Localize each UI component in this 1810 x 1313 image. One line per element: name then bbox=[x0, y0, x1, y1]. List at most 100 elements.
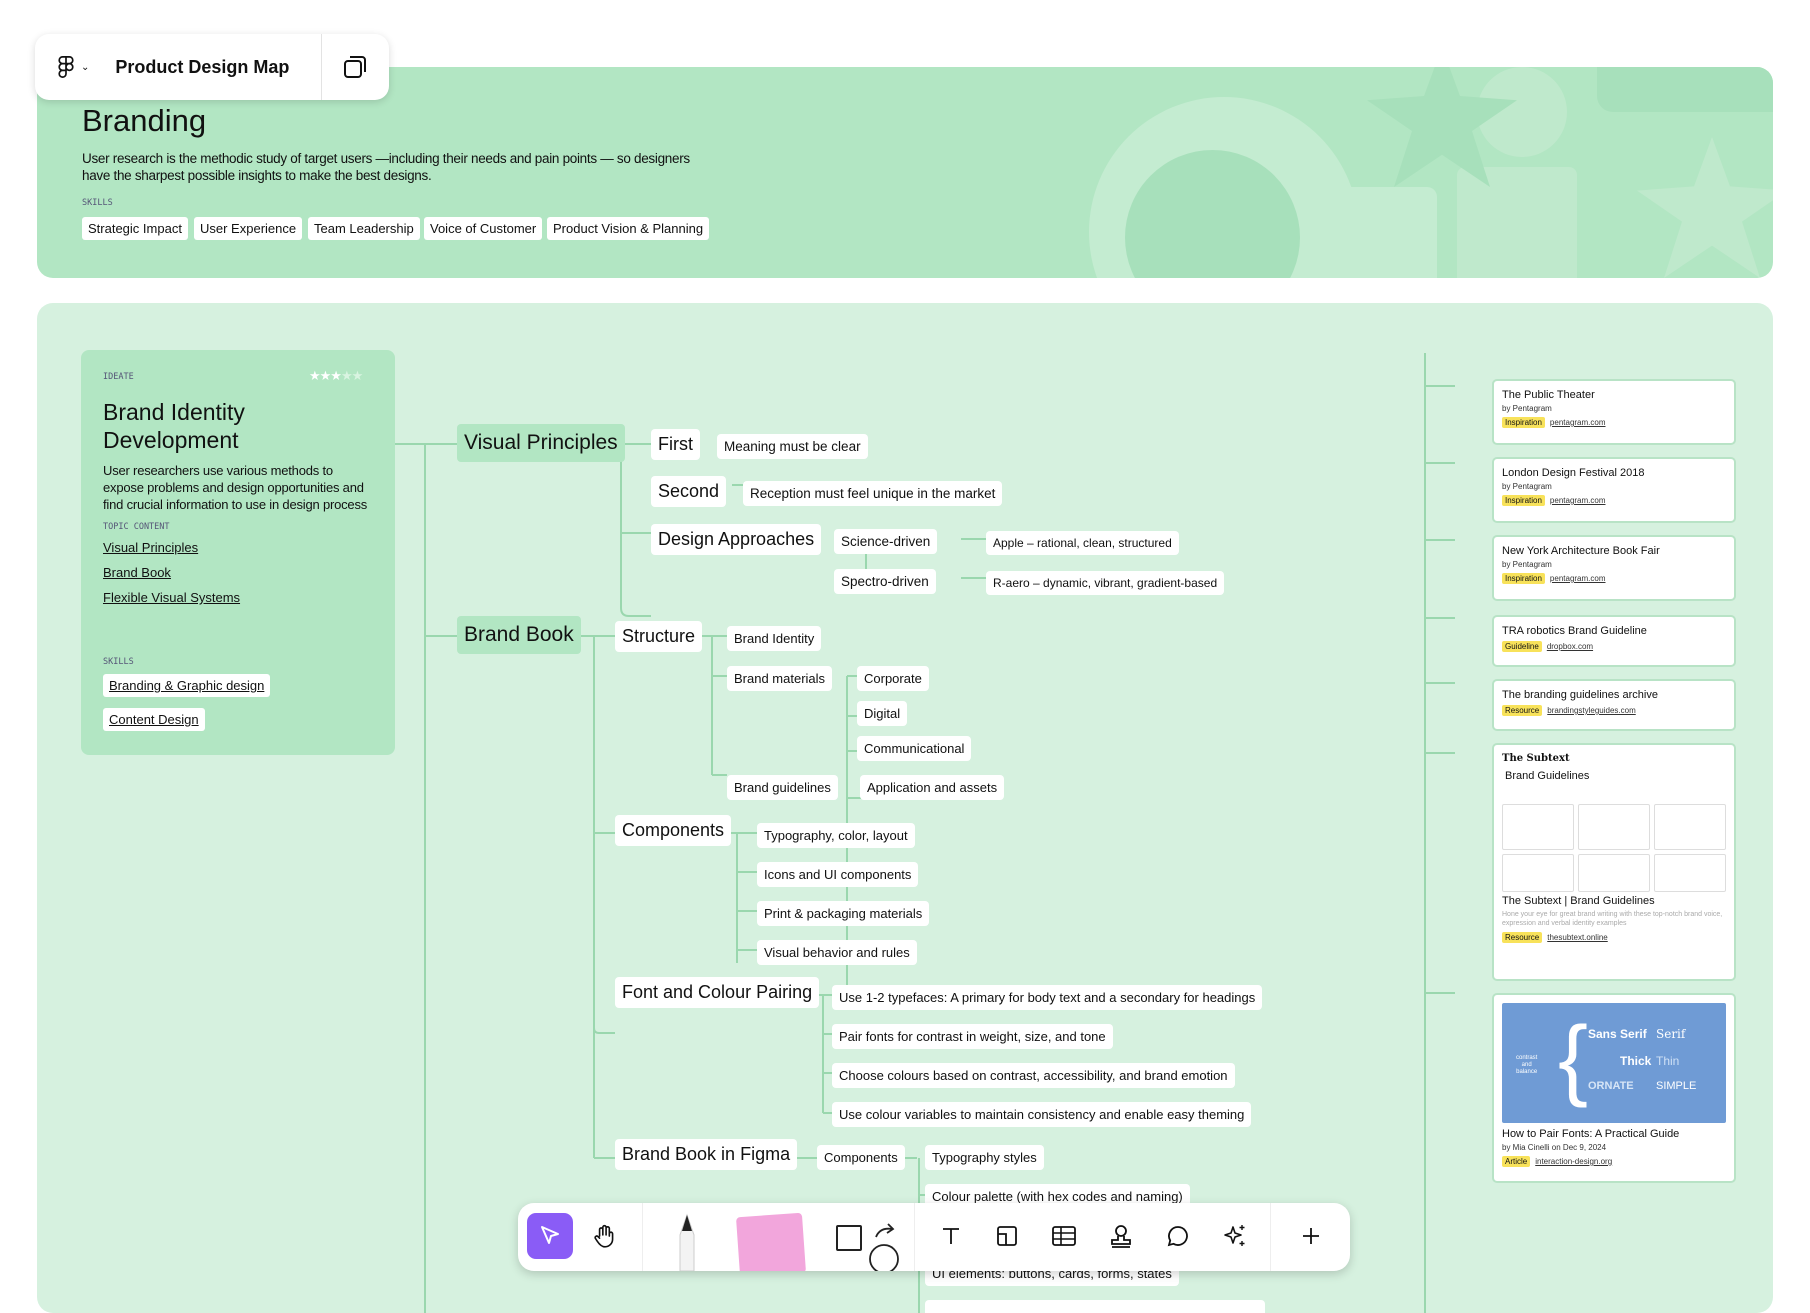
connector-tool[interactable] bbox=[868, 1217, 904, 1271]
rating-stars: ★★★★★ bbox=[309, 368, 363, 384]
thumbnail bbox=[1654, 804, 1726, 850]
card-title-line: Brand Identity bbox=[103, 399, 245, 425]
node-comp-print[interactable]: Print & packaging materials bbox=[757, 901, 930, 926]
node-font-pairing[interactable]: Font and Colour Pairing bbox=[615, 977, 820, 1008]
resource-link[interactable]: interaction-design.org bbox=[1535, 1157, 1612, 1166]
skill-chip[interactable]: Voice of Customer bbox=[424, 217, 543, 240]
resource-title: TRA robotics Brand Guideline bbox=[1502, 625, 1647, 637]
sticky-note-tool[interactable] bbox=[735, 1212, 807, 1271]
comment-tool[interactable] bbox=[1155, 1213, 1201, 1259]
node-communicational[interactable]: Communicational bbox=[857, 736, 972, 761]
node-figma-components[interactable]: Components bbox=[817, 1145, 905, 1170]
node-fp-typefaces[interactable]: Use 1-2 typefaces: A primary for body te… bbox=[832, 985, 1263, 1010]
more-tools-button[interactable] bbox=[1288, 1213, 1334, 1259]
node-typography-styles[interactable]: Typography styles bbox=[925, 1145, 1044, 1170]
shape-tool[interactable] bbox=[836, 1225, 862, 1251]
node-brand-guidelines[interactable]: Brand guidelines bbox=[727, 775, 838, 800]
resource-title: New York Architecture Book Fair bbox=[1502, 545, 1660, 557]
resource-link[interactable]: pentagram.com bbox=[1550, 574, 1606, 583]
node-digital[interactable]: Digital bbox=[857, 701, 908, 726]
main-menu-button[interactable]: ⌄ bbox=[35, 34, 89, 100]
cursor-icon bbox=[541, 1226, 559, 1244]
resource-card-subtext[interactable]: The Subtext Brand Guidelines The Subtext… bbox=[1492, 743, 1736, 981]
file-title[interactable]: Product Design Map bbox=[115, 57, 289, 78]
node-science-driven[interactable]: Science-driven bbox=[834, 529, 938, 554]
decor-pill bbox=[1457, 167, 1577, 278]
section-icon bbox=[997, 1226, 1017, 1246]
resource-tag: Guideline bbox=[1502, 641, 1542, 652]
skill-chip[interactable]: Strategic Impact bbox=[82, 217, 188, 240]
divider bbox=[642, 1203, 643, 1271]
node-components[interactable]: Components bbox=[615, 815, 732, 846]
node-brand-book-figma[interactable]: Brand Book in Figma bbox=[615, 1139, 798, 1170]
node-fp-contrast[interactable]: Pair fonts for contrast in weight, size,… bbox=[832, 1024, 1113, 1049]
node-second-note[interactable]: Reception must feel unique in the market bbox=[743, 481, 1003, 506]
image-text: Serif bbox=[1656, 1027, 1686, 1041]
node-fp-variables[interactable]: Use colour variables to maintain consist… bbox=[832, 1102, 1252, 1127]
pen-tool[interactable] bbox=[666, 1213, 708, 1271]
node-design-approaches[interactable]: Design Approaches bbox=[651, 524, 822, 555]
node-comp-icons[interactable]: Icons and UI components bbox=[757, 862, 919, 887]
resource-link[interactable]: pentagram.com bbox=[1550, 496, 1606, 505]
header-desc-line: User research is the methodic study of t… bbox=[82, 151, 690, 166]
resource-title: The branding guidelines archive bbox=[1502, 689, 1658, 701]
resource-card[interactable]: New York Architecture Book Fair by Penta… bbox=[1492, 535, 1736, 601]
topic-link[interactable]: Visual Principles bbox=[103, 540, 198, 555]
stamp-tool[interactable] bbox=[1098, 1213, 1144, 1259]
resource-link[interactable]: pentagram.com bbox=[1550, 418, 1606, 427]
ai-actions-tool[interactable] bbox=[1212, 1213, 1258, 1259]
star-icon: ★★★ bbox=[309, 368, 342, 383]
resource-author: by Pentagram bbox=[1502, 482, 1552, 491]
resource-link[interactable]: dropbox.com bbox=[1547, 642, 1593, 651]
image-text: Thin bbox=[1656, 1054, 1680, 1068]
node-spectro-note[interactable]: R-aero – dynamic, vibrant, gradient-base… bbox=[986, 571, 1225, 595]
hand-icon bbox=[594, 1224, 614, 1248]
resource-link[interactable]: brandingstyleguides.com bbox=[1547, 706, 1636, 715]
node-structure[interactable]: Structure bbox=[615, 621, 703, 652]
resource-card[interactable]: The branding guidelines archive Resource… bbox=[1492, 679, 1736, 731]
card-skill-chip[interactable]: Content Design bbox=[103, 708, 205, 731]
move-tool[interactable] bbox=[527, 1213, 573, 1259]
skill-chip[interactable]: User Experience bbox=[194, 217, 303, 240]
node-second[interactable]: Second bbox=[651, 476, 727, 507]
table-tool[interactable] bbox=[1041, 1213, 1087, 1259]
node-first-note[interactable]: Meaning must be clear bbox=[717, 434, 868, 459]
text-icon bbox=[943, 1228, 959, 1244]
image-text: Thick bbox=[1620, 1054, 1652, 1068]
node-comp-typography[interactable]: Typography, color, layout bbox=[757, 823, 915, 848]
skill-chip[interactable]: Product Vision & Planning bbox=[547, 217, 710, 240]
node-comp-visual[interactable]: Visual behavior and rules bbox=[757, 940, 917, 965]
topic-link[interactable]: Brand Book bbox=[103, 565, 171, 580]
thumbnail bbox=[1578, 804, 1650, 850]
skill-chip[interactable]: Team Leadership bbox=[308, 217, 420, 240]
node-fp-colours[interactable]: Choose colours based on contrast, access… bbox=[832, 1063, 1235, 1088]
resource-card[interactable]: TRA robotics Brand Guideline Guideline dr… bbox=[1492, 615, 1736, 667]
pages-panel-button[interactable] bbox=[335, 47, 375, 87]
section-tool[interactable] bbox=[984, 1213, 1030, 1259]
topic-card[interactable]: IDEATE ★★★★★ Brand Identity Development … bbox=[81, 350, 395, 755]
resource-card[interactable]: The Public Theater by Pentagram Inspirat… bbox=[1492, 379, 1736, 445]
node-brand-identity[interactable]: Brand Identity bbox=[727, 626, 822, 651]
text-tool[interactable] bbox=[928, 1213, 974, 1259]
node-brand-book[interactable]: Brand Book bbox=[457, 616, 581, 654]
resource-card[interactable]: London Design Festival 2018 by Pentagram… bbox=[1492, 457, 1736, 523]
node-science-note[interactable]: Apple – rational, clean, structured bbox=[986, 531, 1179, 555]
plus-icon bbox=[1303, 1228, 1319, 1244]
node-application-assets[interactable]: Application and assets bbox=[860, 775, 1005, 800]
node-first[interactable]: First bbox=[651, 429, 700, 460]
resource-title: The Subtext | Brand Guidelines bbox=[1502, 895, 1655, 907]
node-corporate[interactable]: Corporate bbox=[857, 666, 929, 691]
hand-tool[interactable] bbox=[582, 1213, 628, 1259]
resource-card-fonts[interactable]: contrast and balance { Sans Serif Serif … bbox=[1492, 993, 1736, 1183]
pages-icon bbox=[344, 56, 366, 78]
resource-author: by Pentagram bbox=[1502, 560, 1552, 569]
card-description: User researchers use various methods to … bbox=[103, 462, 367, 513]
card-skill-chip[interactable]: Branding & Graphic design bbox=[103, 674, 271, 697]
card-desc-line: User researchers use various methods to bbox=[103, 463, 333, 478]
card-desc-line: expose problems and design opportunities… bbox=[103, 480, 364, 495]
topic-link[interactable]: Flexible Visual Systems bbox=[103, 590, 240, 605]
node-spectro-driven[interactable]: Spectro-driven bbox=[834, 569, 936, 594]
resource-link[interactable]: thesubtext.online bbox=[1547, 933, 1608, 942]
node-visual-principles[interactable]: Visual Principles bbox=[457, 424, 625, 462]
node-brand-materials[interactable]: Brand materials bbox=[727, 666, 833, 691]
